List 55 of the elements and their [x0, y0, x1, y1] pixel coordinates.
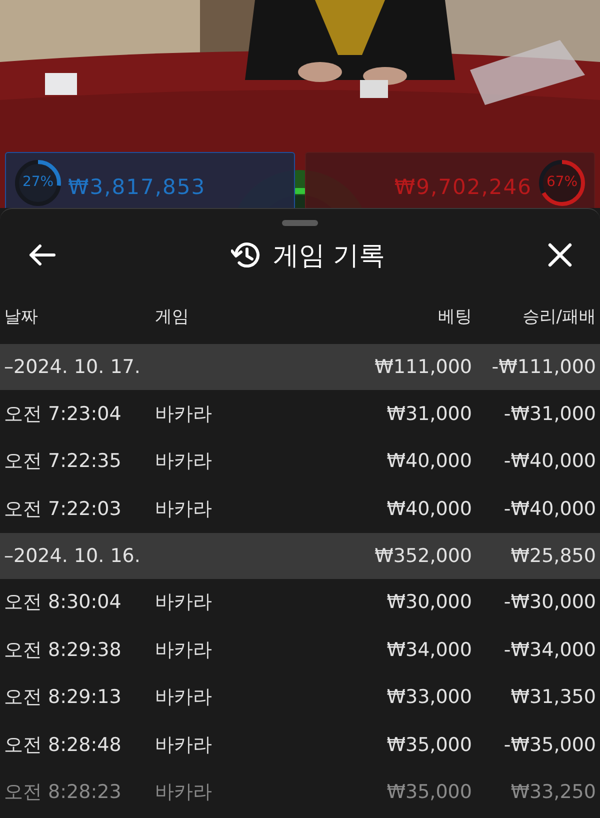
result-cell-text: -₩40,000: [502, 450, 597, 472]
game-cell-text: 바카라: [154, 449, 213, 474]
player-percent: 27%: [21, 174, 55, 190]
result-cell-text: -₩34,000: [502, 638, 597, 661]
game-cell-text: 바카라: [154, 402, 213, 427]
group-date: –2024. 10. 16.: [3, 544, 142, 566]
time-cell-text: 오전 8:29:13: [3, 685, 122, 710]
result-cell-text: -₩30,000: [502, 591, 597, 614]
column-header: 게임: [154, 306, 190, 328]
result-cell-text: ₩33,250: [510, 781, 597, 804]
game-cell-text: 바카라: [154, 780, 213, 806]
date-group-row[interactable]: –2024. 10. 16. ₩352,000 ₩25,850: [0, 532, 600, 578]
bet-cell-text: ₩35,000: [386, 734, 473, 756]
time-cell-text: 오전 8:29:38: [3, 638, 122, 663]
column-header: 승리/패배: [521, 306, 597, 328]
close-icon: [548, 243, 572, 267]
bet-cell-text: ₩33,000: [386, 686, 473, 708]
result-cell-text: -₩40,000: [502, 498, 597, 520]
time-cell-text: 오전 7:22:35: [3, 449, 122, 474]
banker-percent: 67%: [545, 174, 579, 190]
result-cell-text: -₩35,000: [502, 734, 597, 756]
time-cell-text: 오전 8:30:04: [3, 590, 122, 616]
progress-ring: [14, 159, 62, 207]
back-arrow-icon: [28, 243, 56, 267]
game-cell-text: 바카라: [154, 638, 213, 663]
group-bet: ₩352,000: [374, 544, 473, 566]
game-cell-text: 바카라: [154, 590, 213, 616]
bet-cell-text: ₩34,000: [386, 638, 473, 661]
column-header: 날짜: [3, 306, 39, 328]
bet-cell-text: ₩40,000: [386, 498, 473, 520]
time-cell-text: 오전 8:28:23: [3, 780, 122, 806]
sheet-title: 게임 기록: [272, 240, 386, 272]
column-header: 베팅: [437, 306, 473, 328]
group-bet: ₩111,000: [374, 356, 473, 378]
game-cell-text: 바카라: [154, 496, 213, 522]
time-cell-text: 오전 8:28:48: [3, 732, 122, 758]
date-group-row[interactable]: –2024. 10. 17. ₩111,000 -₩111,000: [0, 344, 600, 390]
banker-amount: ₩9,702,246: [394, 175, 532, 199]
result-cell-text: -₩31,000: [502, 402, 597, 425]
player-amount: ₩3,817,853: [68, 175, 206, 199]
progress-ring: [538, 159, 586, 207]
group-date: –2024. 10. 17.: [3, 356, 142, 378]
time-cell-text: 오전 7:23:04: [3, 402, 122, 427]
result-cell-text: ₩31,350: [510, 686, 597, 708]
bet-cell-text: ₩35,000: [386, 781, 473, 804]
group-result: -₩111,000: [490, 356, 597, 378]
bet-cell-text: ₩31,000: [386, 402, 473, 425]
game-cell-text: 바카라: [154, 685, 213, 710]
group-result: ₩25,850: [510, 544, 597, 566]
drag-handle[interactable]: [282, 220, 318, 226]
bet-cell-text: ₩30,000: [386, 591, 473, 614]
time-cell-text: 오전 7:22:03: [3, 496, 122, 522]
history-icon: [230, 241, 261, 269]
game-cell-text: 바카라: [154, 732, 213, 758]
bet-cell-text: ₩40,000: [386, 450, 473, 472]
